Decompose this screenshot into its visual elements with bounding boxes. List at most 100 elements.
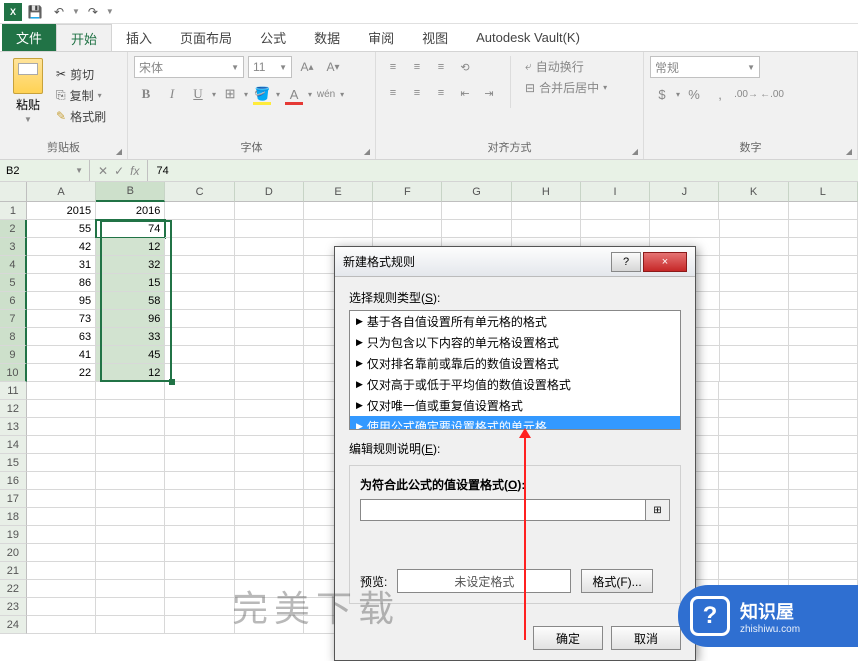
formula-input-field[interactable] [360, 499, 646, 521]
cell[interactable] [442, 202, 511, 220]
cell[interactable]: 41 [27, 346, 96, 364]
cell[interactable] [719, 382, 788, 400]
row-header[interactable]: 7 [0, 310, 27, 328]
cell[interactable] [373, 202, 442, 220]
cell[interactable] [789, 310, 858, 328]
tab-review[interactable]: 审阅 [354, 24, 408, 51]
cell[interactable] [165, 472, 234, 490]
cell[interactable] [235, 562, 304, 580]
cell[interactable] [789, 292, 858, 310]
comma-button[interactable]: , [708, 82, 732, 106]
cell[interactable]: 31 [27, 256, 96, 274]
underline-button[interactable]: U [186, 82, 210, 106]
cell[interactable] [650, 220, 719, 238]
cell[interactable] [235, 490, 304, 508]
fill-handle[interactable] [169, 379, 175, 385]
cell[interactable] [96, 418, 165, 436]
cell[interactable] [235, 382, 304, 400]
row-header[interactable]: 23 [0, 598, 27, 616]
cell[interactable]: 95 [27, 292, 96, 310]
row-header[interactable]: 6 [0, 292, 27, 310]
cell[interactable] [720, 310, 789, 328]
cell[interactable] [96, 526, 165, 544]
range-selector-button[interactable]: ⊞ [646, 499, 670, 521]
tab-insert[interactable]: 插入 [112, 24, 166, 51]
decrease-font-button[interactable]: A▾ [322, 56, 344, 78]
column-header[interactable]: F [373, 182, 442, 202]
format-painter-button[interactable]: ✎格式刷 [56, 108, 106, 125]
row-header[interactable]: 14 [0, 436, 27, 454]
percent-button[interactable]: % [682, 82, 706, 106]
cell[interactable] [789, 238, 858, 256]
cell[interactable] [719, 508, 788, 526]
align-right-button[interactable]: ≡ [430, 82, 452, 104]
select-all-corner[interactable] [0, 182, 27, 202]
cell[interactable] [235, 472, 304, 490]
cell[interactable] [235, 418, 304, 436]
row-header[interactable]: 4 [0, 256, 27, 274]
name-box[interactable]: B2▼ [0, 160, 90, 181]
cell[interactable] [27, 508, 96, 526]
cell[interactable] [789, 382, 858, 400]
column-header[interactable]: G [442, 182, 511, 202]
cell[interactable] [235, 616, 304, 634]
row-header[interactable]: 22 [0, 580, 27, 598]
cell[interactable] [165, 418, 234, 436]
cell[interactable]: 22 [27, 364, 96, 382]
cell[interactable]: 63 [27, 328, 96, 346]
cell[interactable] [165, 544, 234, 562]
cell[interactable] [96, 382, 165, 400]
cell[interactable] [719, 202, 788, 220]
cell[interactable] [96, 544, 165, 562]
cell[interactable] [373, 220, 442, 238]
cell[interactable] [165, 346, 234, 364]
qat-customize[interactable]: ▼ [106, 7, 114, 16]
tab-home[interactable]: 开始 [56, 24, 112, 51]
cell[interactable] [720, 238, 789, 256]
cell[interactable]: 45 [96, 346, 165, 364]
cell[interactable] [235, 310, 304, 328]
cell[interactable] [27, 382, 96, 400]
column-header[interactable]: J [650, 182, 719, 202]
currency-button[interactable]: $ [650, 82, 674, 106]
row-header[interactable]: 11 [0, 382, 27, 400]
increase-indent-button[interactable]: ⇥ [478, 82, 500, 104]
cell[interactable] [235, 400, 304, 418]
cell[interactable] [442, 220, 511, 238]
cell[interactable] [720, 256, 789, 274]
cell[interactable] [27, 562, 96, 580]
cell[interactable] [165, 292, 234, 310]
cell[interactable] [304, 220, 373, 238]
bold-button[interactable]: B [134, 82, 158, 106]
fill-color-button[interactable]: 🪣 [250, 82, 274, 106]
rule-type-item[interactable]: ▶仅对高于或低于平均值的数值设置格式 [350, 374, 680, 395]
cell[interactable] [96, 508, 165, 526]
cell[interactable] [235, 580, 304, 598]
cell[interactable] [512, 202, 581, 220]
cell[interactable] [719, 490, 788, 508]
italic-button[interactable]: I [160, 82, 184, 106]
cell[interactable] [96, 616, 165, 634]
cell[interactable]: 74 [96, 220, 165, 238]
copy-button[interactable]: ⎘复制▾ [56, 87, 106, 104]
cell[interactable] [719, 418, 788, 436]
tab-data[interactable]: 数据 [300, 24, 354, 51]
cell[interactable] [235, 526, 304, 544]
cell[interactable] [650, 202, 719, 220]
cell[interactable] [27, 526, 96, 544]
row-header[interactable]: 19 [0, 526, 27, 544]
cell[interactable] [720, 328, 789, 346]
cell[interactable]: 33 [96, 328, 165, 346]
cell[interactable] [235, 598, 304, 616]
cell[interactable] [720, 220, 789, 238]
cut-button[interactable]: ✂剪切 [56, 66, 106, 83]
align-bottom-button[interactable]: ≡ [430, 56, 452, 78]
row-header[interactable]: 5 [0, 274, 27, 292]
cell[interactable] [96, 454, 165, 472]
cell[interactable] [165, 616, 234, 634]
undo-button[interactable]: ↶ [48, 2, 70, 22]
cell[interactable] [96, 472, 165, 490]
cell[interactable] [165, 220, 234, 238]
align-left-button[interactable]: ≡ [382, 82, 404, 104]
cell[interactable] [235, 436, 304, 454]
